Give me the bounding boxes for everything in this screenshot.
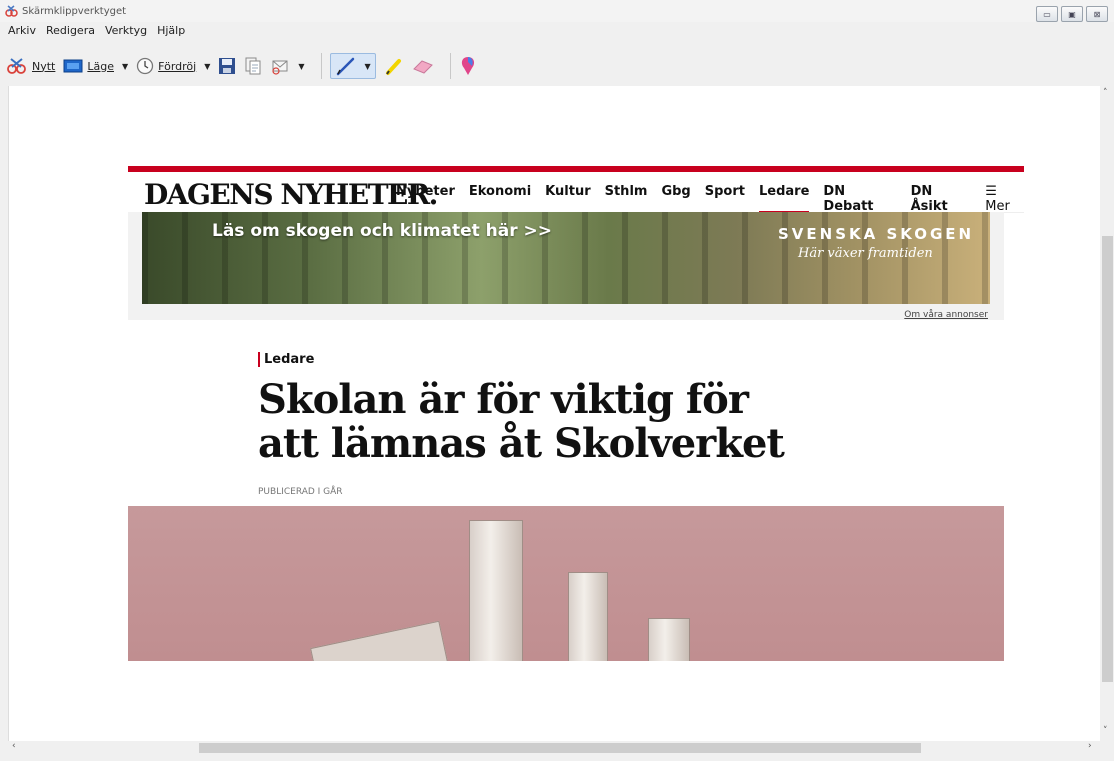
new-snip-label: Nytt xyxy=(32,59,56,73)
paint3d-button[interactable] xyxy=(459,56,477,76)
highlighter-icon xyxy=(385,59,401,75)
ad-cta[interactable]: Läs om skogen och klimatet här >> xyxy=(212,221,552,241)
pen-dropdown[interactable]: ▼ xyxy=(329,53,376,79)
toolbar: Nytt Läge ▼ Fördröj ▼ ▼ ▼ xyxy=(0,47,1114,85)
title-bar: Skärmklippverktyget ▭ ▣ ⊠ xyxy=(0,0,1114,22)
article-header: Ledare Skolan är för viktig för att lämn… xyxy=(128,320,1004,506)
ad-banner: Läs om skogen och klimatet här >> SVENSK… xyxy=(128,212,1004,320)
toolbar-separator xyxy=(449,53,451,79)
nav-item-gbg[interactable]: Gbg xyxy=(661,184,690,214)
chevron-down-icon: ▼ xyxy=(364,61,371,71)
minimize-icon: ▭ xyxy=(1043,9,1051,19)
site-nav: Nyheter Ekonomi Kultur Sthlm Gbg Sport L… xyxy=(396,184,1024,214)
menu-hjalp[interactable]: Hjälp xyxy=(152,21,190,37)
site-logo[interactable]: DAGENS NYHETER. xyxy=(144,178,438,211)
site-header: DAGENS NYHETER. Nyheter Ekonomi Kultur S… xyxy=(128,172,1024,214)
nav-item-dn-debatt[interactable]: DN Debatt xyxy=(823,184,896,214)
pen-icon xyxy=(336,57,354,76)
vertical-scrollbar[interactable]: ˄ ˅ xyxy=(1100,86,1114,741)
ruin-column xyxy=(469,520,523,661)
toolbar-separator xyxy=(320,53,322,79)
ad-tagline: Här växer framtiden xyxy=(798,246,933,261)
window-title: Skärmklippverktyget xyxy=(22,6,127,17)
chevron-down-icon: ▼ xyxy=(122,61,129,71)
vertical-scroll-thumb[interactable] xyxy=(1102,236,1113,682)
article-headline: Skolan är för viktig för att lämnas åt S… xyxy=(258,376,785,467)
eraser-button[interactable] xyxy=(412,57,434,75)
snip-canvas: DAGENS NYHETER. Nyheter Ekonomi Kultur S… xyxy=(8,86,1101,741)
send-icon xyxy=(272,60,288,75)
save-icon xyxy=(219,58,236,74)
nav-item-dn-asikt[interactable]: DN Åsikt xyxy=(911,184,972,214)
nav-item-sthlm[interactable]: Sthlm xyxy=(605,184,648,214)
mode-label: Läge xyxy=(87,59,114,73)
send-dropdown[interactable]: ▼ xyxy=(270,57,305,75)
scroll-left-icon[interactable]: ‹ xyxy=(12,741,16,751)
article-hero-image xyxy=(128,506,1004,661)
mode-icon xyxy=(63,59,83,73)
close-icon: ⊠ xyxy=(1093,9,1101,19)
nav-item-ledare[interactable]: Ledare xyxy=(758,184,810,214)
maximize-icon: ▣ xyxy=(1068,9,1076,19)
hamburger-icon: ☰ xyxy=(985,184,997,199)
horizontal-scroll-thumb[interactable] xyxy=(199,743,921,753)
ruin-column xyxy=(648,618,690,661)
nav-item-kultur[interactable]: Kultur xyxy=(545,184,590,214)
ad-brand: SVENSKA SKOGEN xyxy=(778,225,975,243)
new-snip-button[interactable]: Nytt xyxy=(6,57,55,75)
ruin-column xyxy=(568,572,608,661)
ad-image[interactable]: Läs om skogen och klimatet här >> SVENSK… xyxy=(142,212,990,304)
scroll-down-icon[interactable]: ˅ xyxy=(1103,726,1108,736)
chevron-down-icon: ▼ xyxy=(204,61,211,71)
mode-dropdown[interactable]: Läge ▼ xyxy=(63,58,128,74)
menu-redigera[interactable]: Redigera xyxy=(41,21,100,37)
menu-bar: Arkiv Redigera Verktyg Hjälp xyxy=(0,20,1114,47)
menu-arkiv[interactable]: Arkiv xyxy=(0,21,41,37)
save-button[interactable] xyxy=(218,57,236,75)
eraser-icon xyxy=(412,60,433,74)
menu-verktyg[interactable]: Verktyg xyxy=(100,21,152,37)
snipping-tool-icon xyxy=(5,5,18,17)
nav-item-sport[interactable]: Sport xyxy=(705,184,745,214)
copy-icon xyxy=(245,57,261,75)
delay-label: Fördröj xyxy=(158,59,197,73)
ruin-pediment xyxy=(310,620,448,661)
scroll-right-icon[interactable]: › xyxy=(1088,741,1092,751)
nav-item-ekonomi[interactable]: Ekonomi xyxy=(469,184,531,214)
nav-item-nyheter[interactable]: Nyheter xyxy=(396,184,455,214)
article-category[interactable]: Ledare xyxy=(258,352,314,367)
highlighter-button[interactable] xyxy=(384,56,404,76)
clock-icon xyxy=(137,57,154,75)
delay-dropdown[interactable]: Fördröj ▼ xyxy=(136,57,210,75)
article-published: PUBLICERAD I GÅR xyxy=(258,487,343,497)
scroll-up-icon[interactable]: ˄ xyxy=(1103,88,1108,98)
copy-button[interactable] xyxy=(244,57,262,75)
nav-more-button[interactable]: ☰ Mer xyxy=(985,184,1024,214)
paint3d-icon xyxy=(461,57,474,75)
chevron-down-icon: ▼ xyxy=(298,61,305,71)
ad-info-link[interactable]: Om våra annonser xyxy=(904,310,988,320)
horizontal-scrollbar[interactable]: ‹ › xyxy=(8,741,1100,755)
scissors-icon xyxy=(7,58,26,74)
